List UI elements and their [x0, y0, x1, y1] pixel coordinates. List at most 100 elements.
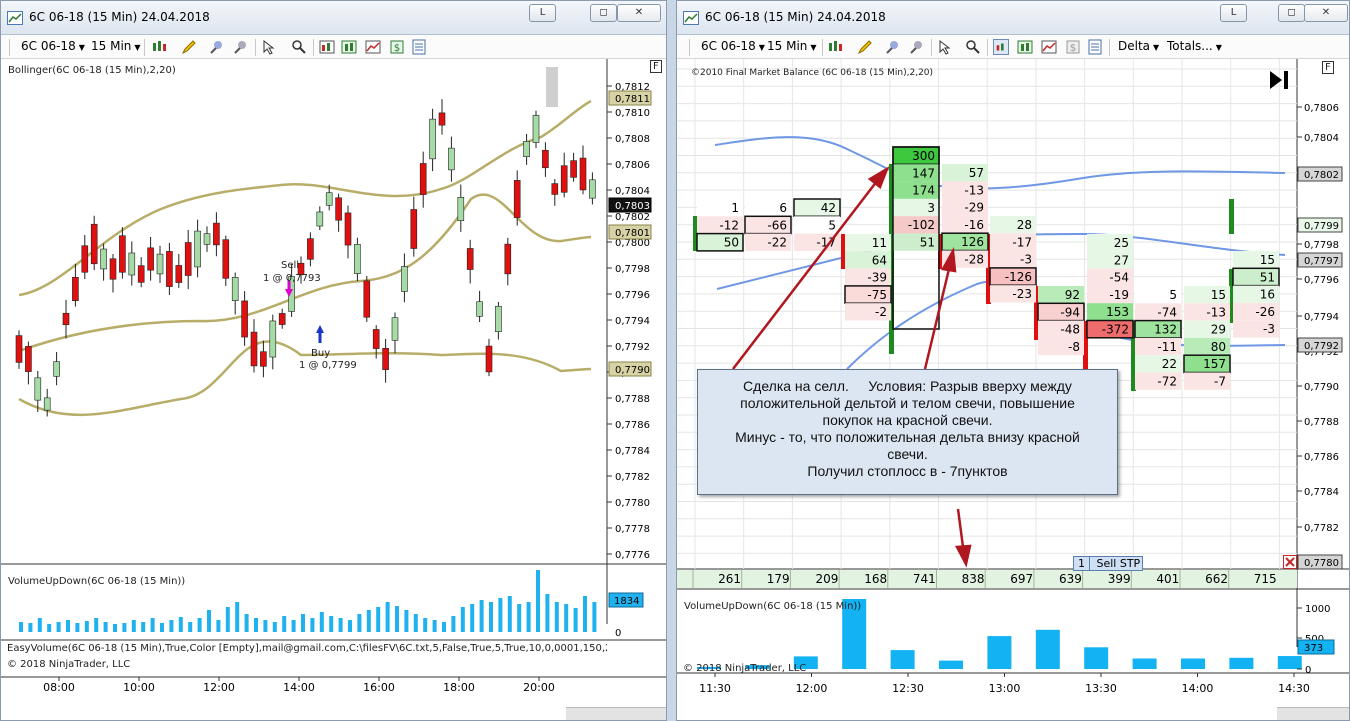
svg-text:-26: -26: [1255, 305, 1275, 319]
candle-body: [513, 180, 521, 218]
chart-trader-icon[interactable]: [993, 39, 1009, 55]
close-button[interactable]: ✕: [617, 4, 661, 22]
volume-bar: [489, 602, 493, 632]
footprint-cell: -3: [990, 250, 1036, 268]
footprint-cell: 29: [1184, 320, 1230, 338]
interval-selector[interactable]: 15 Min ▼: [767, 39, 817, 53]
volume-label: VolumeUpDown(6C 06-18 (15 Min)): [8, 576, 186, 587]
footprint-cell: -74: [1135, 303, 1181, 321]
flag-box[interactable]: F: [1322, 61, 1334, 74]
pointer-cursor-icon[interactable]: [261, 39, 277, 55]
volume-bar: [413, 614, 418, 632]
horizontal-scrollbar[interactable]: [566, 707, 666, 720]
candle-body: [90, 223, 98, 265]
footprint-cell: -102: [893, 216, 939, 234]
candle-body: [363, 280, 371, 318]
footprint-cell: -54: [1087, 268, 1133, 286]
candle-body: [269, 320, 277, 358]
volume-bar: [939, 660, 963, 669]
flag-box[interactable]: F: [650, 60, 662, 73]
svg-text:153: 153: [1106, 305, 1129, 319]
play-forward-icon[interactable]: [1268, 69, 1290, 91]
instrument-selector[interactable]: 6C 06-18 ▼: [21, 39, 85, 53]
footprint-cell: -72: [1135, 372, 1181, 390]
indicators-icon[interactable]: [365, 39, 381, 55]
minimize-button[interactable]: L: [1220, 4, 1247, 22]
properties-icon[interactable]: [411, 39, 427, 55]
zoom-icon[interactable]: [291, 39, 307, 55]
price-tick-label: 0,7808: [615, 134, 650, 145]
totals-cell: 399: [1108, 572, 1131, 586]
volume-bar: [75, 623, 80, 632]
candlestick-style-icon[interactable]: [151, 39, 167, 55]
price-tick-label: 0,7788: [615, 394, 650, 405]
footprint-cell: -17: [794, 233, 840, 251]
footprint-cell: 15: [1184, 286, 1230, 304]
footprint-cell: 42: [793, 198, 841, 218]
svg-text:5: 5: [828, 218, 836, 232]
svg-text:-94: -94: [1060, 305, 1080, 319]
volume-bar: [329, 616, 334, 632]
close-button[interactable]: ✕: [1304, 4, 1348, 22]
strategy-pin-icon[interactable]: [233, 39, 249, 55]
price-tick-label: 0,7794: [1304, 312, 1339, 323]
drawing-pencil-icon[interactable]: [181, 39, 197, 55]
footprint-cell: -13: [1184, 303, 1230, 321]
volume-bar: [216, 620, 221, 632]
volume-bar: [338, 618, 343, 632]
interval-selector[interactable]: 15 Min ▼: [91, 39, 141, 53]
price-chart-left[interactable]: 0,78120,78100,78080,78060,78040,78020,78…: [1, 59, 666, 721]
candle-body: [354, 244, 361, 274]
candlestick-style-icon[interactable]: [827, 39, 843, 55]
zoom-icon[interactable]: [965, 39, 981, 55]
pointer-cursor-icon[interactable]: [937, 39, 953, 55]
candle-body: [203, 233, 211, 245]
instrument-selector[interactable]: 6C 06-18 ▼: [701, 39, 765, 53]
footprint-cell: 51: [893, 233, 939, 251]
candle-body: [560, 165, 568, 193]
candle-body: [410, 209, 418, 249]
price-tick-label: 0,7796: [1304, 275, 1339, 286]
volume-bar: [263, 620, 268, 632]
strategies-icon[interactable]: $: [389, 39, 405, 55]
bollinger-lower-band: [18, 340, 592, 416]
chart-trader-icon[interactable]: [319, 39, 335, 55]
restore-button[interactable]: ◻: [590, 4, 617, 22]
volume-axis-zero: 0: [615, 628, 621, 639]
horizontal-scrollbar[interactable]: [1277, 707, 1349, 720]
delta-selector[interactable]: Delta ▼: [1118, 39, 1159, 53]
title-bar[interactable]: 6C 06-18 (15 Min) 24.04.2018 L ◻ ✕: [677, 1, 1349, 35]
footprint-cell: 153: [1087, 303, 1133, 321]
footprint-cell: -17: [990, 233, 1036, 251]
strategy-pin-icon[interactable]: [909, 39, 925, 55]
svg-text:92: 92: [1065, 288, 1080, 302]
volume-bar: [225, 607, 230, 632]
data-series-icon[interactable]: [1017, 39, 1033, 55]
price-tick-label: 0,7776: [615, 550, 650, 561]
totals-cell: 179: [767, 572, 790, 586]
volume-label: VolumeUpDown(6C 06-18 (15 Min)): [684, 601, 862, 612]
candle-body: [391, 317, 399, 341]
strategies-icon[interactable]: $: [1065, 39, 1081, 55]
drawing-pencil-icon[interactable]: [857, 39, 873, 55]
properties-icon[interactable]: [1087, 39, 1103, 55]
footprint-cell: -126: [989, 267, 1037, 286]
title-bar[interactable]: 6C 06-18 (15 Min) 24.04.2018 L ◻ ✕: [1, 1, 666, 35]
restore-button[interactable]: ◻: [1278, 4, 1305, 22]
buy-arrow-icon: [316, 325, 324, 333]
footprint-cell: -11: [1135, 337, 1181, 356]
volume-bar: [385, 602, 390, 632]
sell-stop-order-tag[interactable]: 1 Sell STP: [1073, 556, 1143, 571]
volume-bar: [150, 618, 155, 632]
candle-body: [579, 157, 587, 191]
svg-text:-8: -8: [1068, 340, 1080, 354]
indicator-pin-icon[interactable]: [209, 39, 225, 55]
volume-bar: [103, 622, 108, 632]
totals-selector[interactable]: Totals... ▼: [1167, 39, 1222, 53]
minimize-button[interactable]: L: [529, 4, 556, 22]
indicator-pin-icon[interactable]: [885, 39, 901, 55]
indicators-icon[interactable]: [1041, 39, 1057, 55]
time-tick-label: 10:00: [123, 681, 155, 694]
data-series-icon[interactable]: [341, 39, 357, 55]
cancel-order-icon[interactable]: [1283, 555, 1297, 569]
